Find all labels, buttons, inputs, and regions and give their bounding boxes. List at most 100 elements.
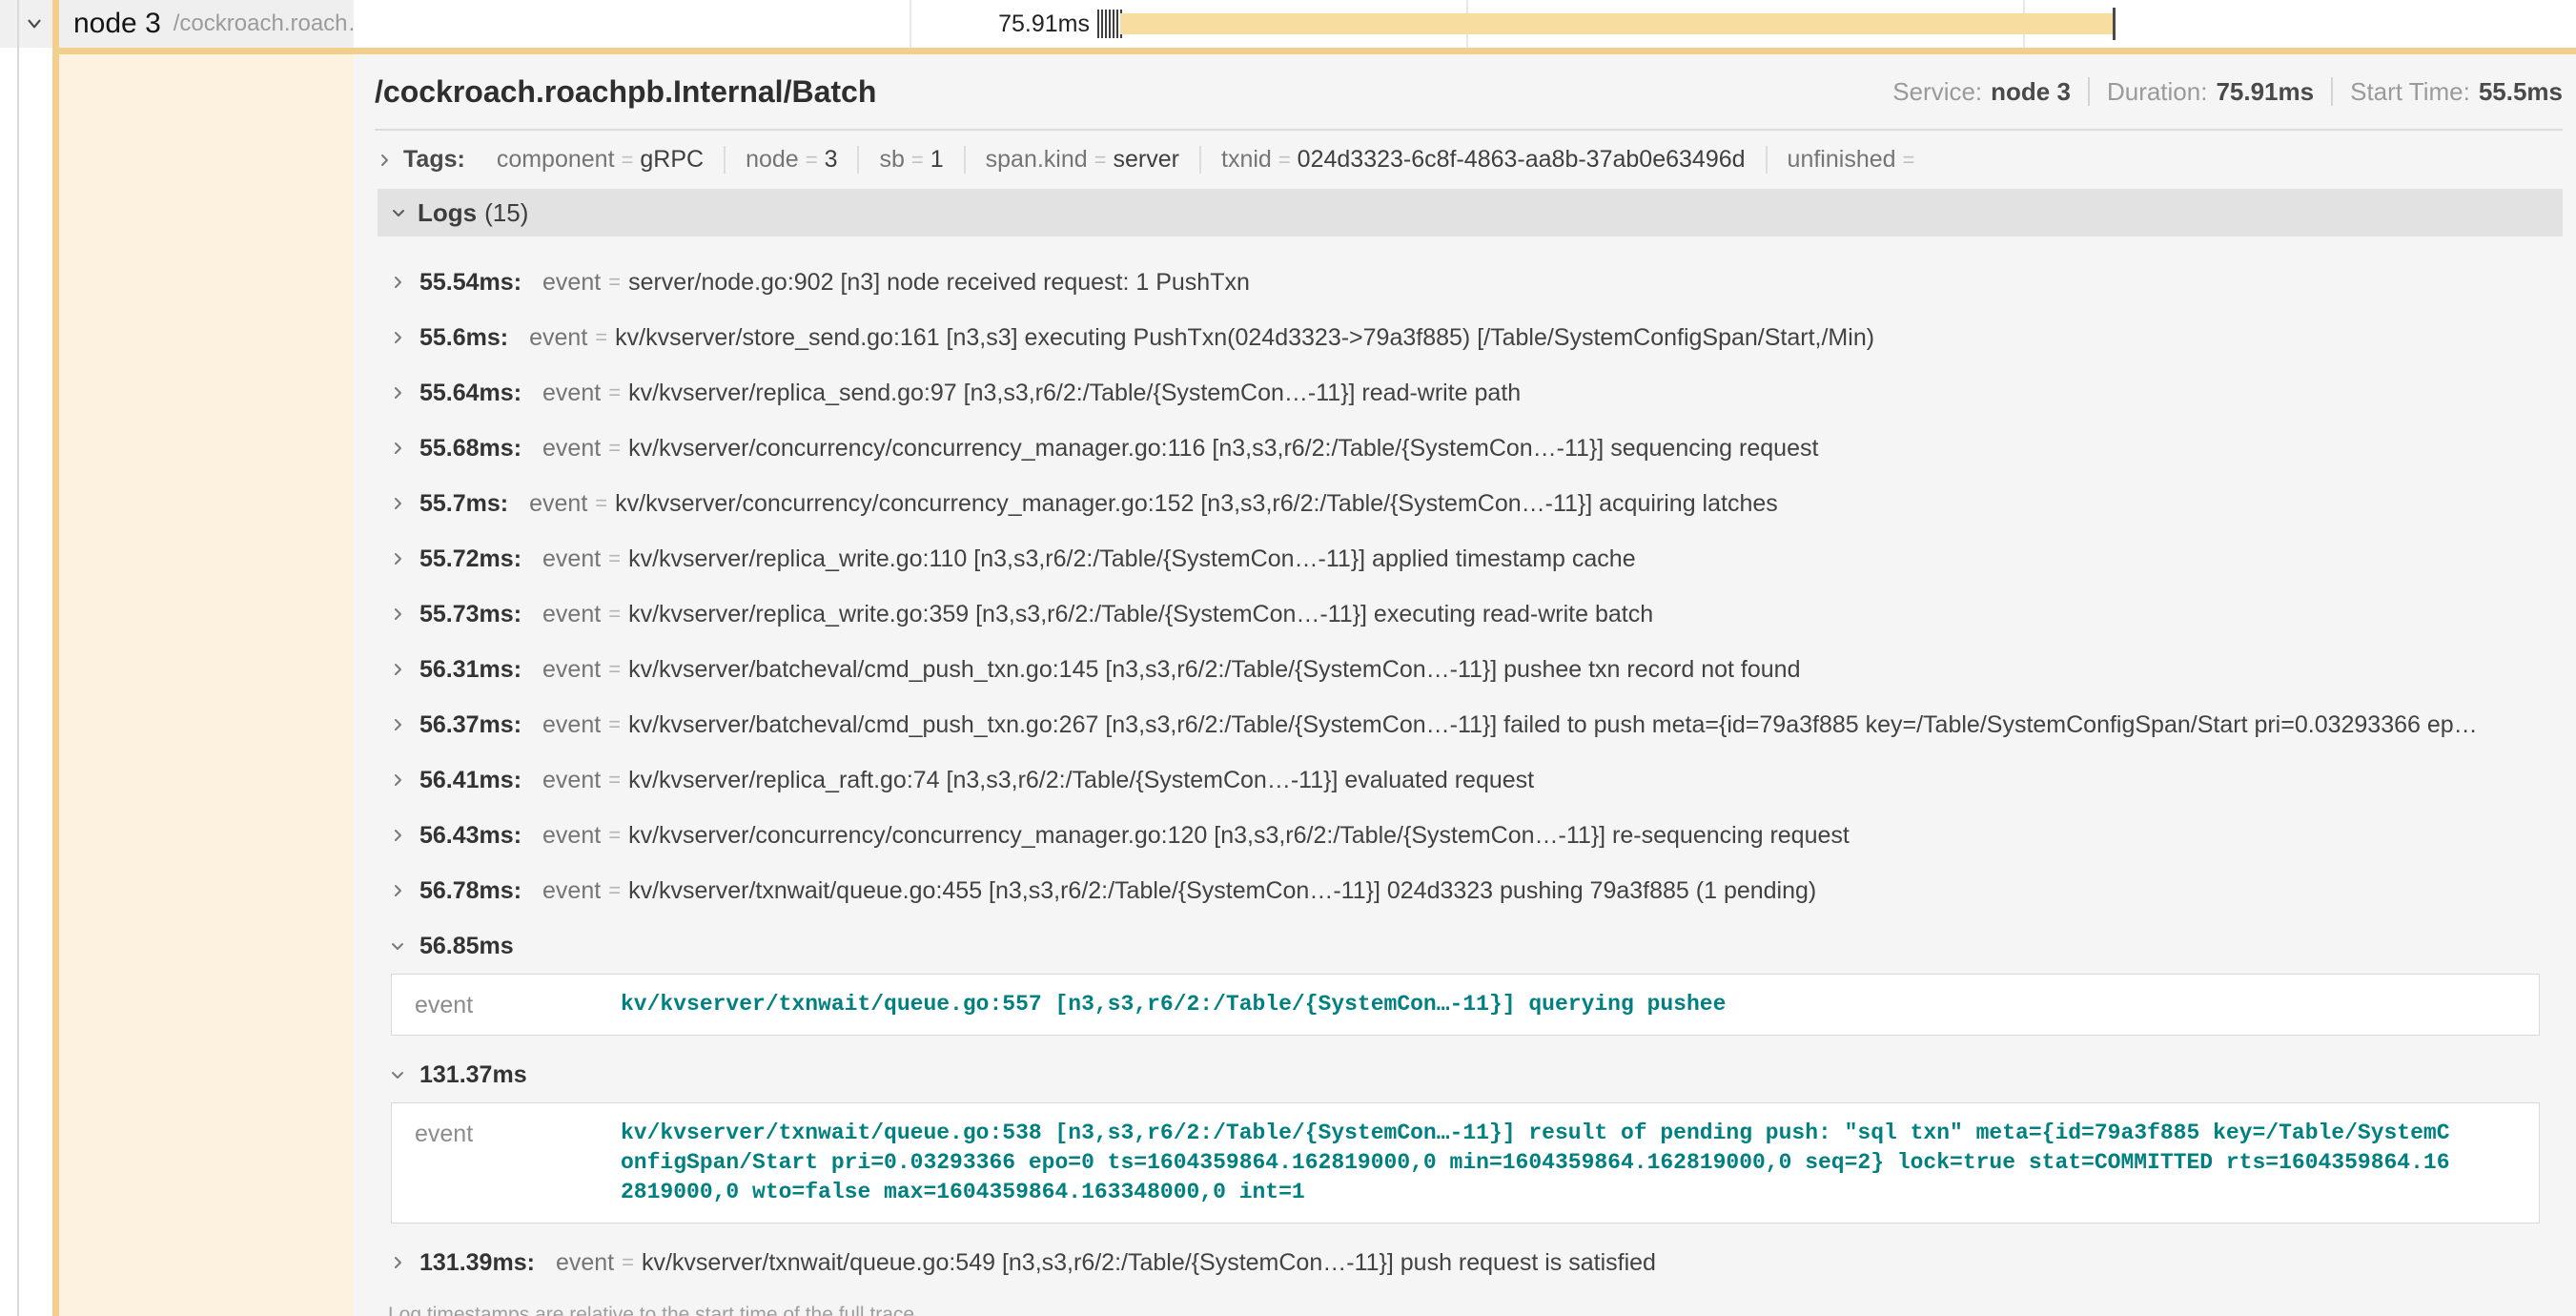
log-field-value: kv/kvserver/txnwait/queue.go:557 [n3,s3,…: [621, 990, 2461, 1019]
log-entry[interactable]: 56.31ms: event = kv/kvserver/batcheval/c…: [388, 642, 2576, 697]
equals-sign: =: [608, 602, 621, 627]
selected-span-accent-bar: [52, 0, 59, 1316]
log-entry[interactable]: 56.37ms: event = kv/kvserver/batcheval/c…: [388, 697, 2576, 752]
log-entry-expanded[interactable]: 56.85ms: [388, 918, 2576, 974]
span-detail-panel: /cockroach.roachpb.Internal/Batch Servic…: [354, 54, 2576, 1316]
equals-sign: =: [595, 325, 607, 350]
log-field-value: server/node.go:902 [n3] node received re…: [628, 269, 1250, 297]
tag-item: span.kind = server: [966, 146, 1201, 174]
tag-value: server: [1114, 146, 1179, 174]
log-entry[interactable]: 55.54ms: event = server/node.go:902 [n3]…: [388, 255, 2576, 310]
log-entry[interactable]: 56.41ms: event = kv/kvserver/replica_raf…: [388, 752, 2576, 808]
equals-sign: =: [595, 491, 607, 516]
log-field-value: kv/kvserver/concurrency/concurrency_mana…: [615, 490, 1778, 518]
tags-toggle[interactable]: Tags:: [375, 146, 465, 174]
logs-section-header[interactable]: Logs (15): [378, 189, 2563, 236]
log-entry-expanded[interactable]: 131.37ms: [388, 1047, 2576, 1102]
log-field-key: event: [542, 545, 601, 573]
tag-list: component = gRPC node = 3 sb = 1 span.ki…: [477, 146, 1942, 174]
tag-value: 3: [825, 146, 838, 174]
log-field-key: event: [542, 601, 601, 628]
tag-item: unfinished =: [1768, 146, 1942, 174]
log-timestamp: 56.37ms:: [419, 711, 521, 739]
log-timestamp: 55.54ms:: [419, 269, 521, 297]
chevron-down-icon: [388, 936, 407, 956]
log-entry[interactable]: 55.68ms: event = kv/kvserver/concurrency…: [388, 421, 2576, 476]
chevron-right-icon: [388, 494, 407, 513]
tag-value: 1: [930, 146, 944, 174]
tag-item: txnid = 024d3323-6c8f-4863-aa8b-37ab0e63…: [1201, 146, 1768, 174]
log-detail-box: event kv/kvserver/txnwait/queue.go:538 […: [391, 1102, 2540, 1223]
tag-key: span.kind: [986, 146, 1088, 174]
logs-list: 55.54ms: event = server/node.go:902 [n3]…: [354, 236, 2576, 1290]
log-field-key: event: [415, 1119, 621, 1148]
chevron-right-icon: [388, 881, 407, 900]
logs-footer-note: Log timestamps are relative to the start…: [388, 1304, 920, 1316]
span-duration-bar[interactable]: [1120, 13, 2114, 34]
log-timestamp: 56.43ms:: [419, 822, 521, 850]
log-field-key: event: [542, 877, 601, 905]
tags-row: Tags: component = gRPC node = 3 sb = 1: [375, 131, 2576, 189]
log-entry[interactable]: 131.39ms: event = kv/kvserver/txnwait/qu…: [388, 1235, 2576, 1290]
log-field-value: kv/kvserver/txnwait/queue.go:455 [n3,s3,…: [628, 877, 1816, 905]
log-field-value: kv/kvserver/concurrency/concurrency_mana…: [628, 435, 1818, 463]
log-field-key: event: [556, 1249, 614, 1277]
log-field-key: event: [542, 435, 601, 463]
log-entry[interactable]: 55.7ms: event = kv/kvserver/concurrency/…: [388, 476, 2576, 531]
span-duration-label: 75.91ms: [910, 0, 1090, 48]
span-detail-header: /cockroach.roachpb.Internal/Batch Servic…: [375, 54, 2563, 131]
chevron-right-icon: [388, 328, 407, 347]
tag-key: node: [746, 146, 799, 174]
log-entry[interactable]: 56.43ms: event = kv/kvserver/concurrency…: [388, 808, 2576, 863]
equals-sign: =: [911, 148, 924, 173]
span-name-tab[interactable]: node 3 /cockroach.roach…: [59, 0, 354, 48]
log-detail-box: event kv/kvserver/txnwait/queue.go:557 […: [391, 974, 2540, 1036]
equals-sign: =: [622, 148, 634, 173]
chevron-right-icon: [388, 771, 407, 790]
log-field-key: event: [542, 269, 601, 297]
log-entry[interactable]: 55.64ms: event = kv/kvserver/replica_sen…: [388, 365, 2576, 421]
duration-value: 75.91ms: [2216, 77, 2314, 107]
service-label: Service:: [1892, 77, 1982, 107]
tag-key: txnid: [1221, 146, 1272, 174]
log-field-key: event: [542, 767, 601, 794]
log-entry[interactable]: 55.6ms: event = kv/kvserver/store_send.g…: [388, 310, 2576, 365]
tag-item: component = gRPC: [477, 146, 726, 174]
log-field-value: kv/kvserver/replica_write.go:110 [n3,s3,…: [628, 545, 1636, 573]
start-time-label: Start Time:: [2350, 77, 2470, 107]
log-field-key: event: [542, 711, 601, 739]
equals-sign: =: [806, 148, 818, 173]
tag-key: sb: [879, 146, 904, 174]
equals-sign: =: [608, 436, 621, 461]
logs-footer: Log timestamps are relative to the start…: [375, 1296, 2563, 1316]
log-timestamp: 55.73ms:: [419, 601, 521, 628]
start-time-value: 55.5ms: [2479, 77, 2563, 107]
chevron-right-icon: [388, 273, 407, 292]
log-field-key: event: [529, 490, 587, 518]
equals-sign: =: [608, 768, 621, 792]
equals-sign: =: [622, 1250, 634, 1275]
log-field-value: kv/kvserver/txnwait/queue.go:549 [n3,s3,…: [642, 1249, 1656, 1277]
log-field-value: kv/kvserver/replica_raft.go:74 [n3,s3,r6…: [628, 767, 1534, 794]
tag-value: 024d3323-6c8f-4863-aa8b-37ab0e63496d: [1298, 146, 1746, 174]
logs-count: (15): [484, 198, 528, 228]
log-entry[interactable]: 55.73ms: event = kv/kvserver/replica_wri…: [388, 586, 2576, 642]
equals-sign: =: [1278, 148, 1291, 173]
log-entry[interactable]: 56.78ms: event = kv/kvserver/txnwait/que…: [388, 863, 2576, 918]
log-timestamp: 55.64ms:: [419, 380, 521, 407]
log-field-value: kv/kvserver/txnwait/queue.go:538 [n3,s3,…: [621, 1119, 2461, 1207]
equals-sign: =: [608, 712, 621, 737]
stats-divider: [2331, 77, 2333, 106]
chevron-right-icon: [388, 605, 407, 624]
tag-item: node = 3: [726, 146, 859, 174]
equals-sign: =: [1094, 148, 1107, 173]
equals-sign: =: [1903, 148, 1915, 173]
collapse-span-chevron-down-icon[interactable]: [24, 13, 45, 34]
chevron-right-icon: [388, 660, 407, 679]
chevron-right-icon: [388, 439, 407, 458]
log-field-value: kv/kvserver/store_send.go:161 [n3,s3] ex…: [615, 324, 1874, 352]
chevron-down-icon: [388, 1065, 407, 1084]
log-entry[interactable]: 55.72ms: event = kv/kvserver/replica_wri…: [388, 531, 2576, 586]
equals-sign: =: [608, 657, 621, 682]
chevron-right-icon: [388, 715, 407, 734]
